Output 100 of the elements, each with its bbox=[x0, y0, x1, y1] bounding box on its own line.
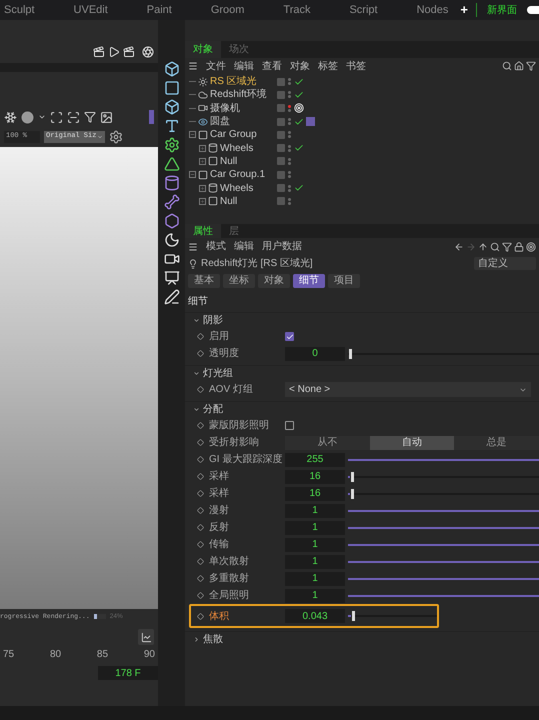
pen-icon[interactable] bbox=[164, 289, 180, 305]
slider-thumb[interactable] bbox=[352, 611, 355, 621]
lock-icon[interactable] bbox=[514, 242, 524, 252]
group-header[interactable]: 焦散 bbox=[185, 631, 539, 647]
object-name[interactable]: Redshift环境 bbox=[210, 87, 267, 102]
sphere-icon[interactable] bbox=[21, 110, 34, 124]
object-name[interactable]: 摄像机 bbox=[210, 100, 240, 116]
checkbox[interactable] bbox=[285, 332, 294, 341]
menu-item[interactable]: Nodes bbox=[416, 2, 448, 18]
keyframe-icon[interactable] bbox=[197, 439, 204, 446]
settings-icon[interactable] bbox=[109, 130, 124, 144]
expand-toggle[interactable] bbox=[199, 158, 206, 165]
gear-icon[interactable] bbox=[164, 137, 180, 153]
group-header[interactable]: 分配 bbox=[185, 401, 539, 417]
keyframe-icon[interactable] bbox=[197, 575, 204, 582]
menu-item[interactable]: 编辑 bbox=[234, 239, 254, 254]
back-icon[interactable] bbox=[454, 242, 464, 252]
expand-toggle[interactable] bbox=[189, 131, 196, 138]
number-field[interactable]: 1 bbox=[285, 588, 345, 602]
render-dots[interactable] bbox=[288, 158, 291, 165]
lens-icon[interactable] bbox=[142, 46, 154, 58]
object-name[interactable]: Wheels bbox=[220, 180, 254, 196]
number-field[interactable]: 16 bbox=[285, 470, 345, 484]
menu-item[interactable]: Track bbox=[283, 2, 310, 18]
keyframe-icon[interactable] bbox=[197, 524, 204, 531]
menu-item[interactable]: 编辑 bbox=[234, 58, 254, 74]
keyframe-icon[interactable] bbox=[197, 333, 204, 340]
panel-tab[interactable]: 属性 bbox=[185, 224, 221, 238]
menu-item[interactable]: Paint bbox=[146, 2, 172, 18]
menu-item[interactable]: Sculpt bbox=[4, 2, 35, 18]
keyframe-icon[interactable] bbox=[197, 350, 204, 357]
bone-icon[interactable] bbox=[164, 194, 180, 210]
render-dots[interactable] bbox=[288, 118, 291, 126]
attribute-tab[interactable]: 对象 bbox=[258, 274, 290, 288]
keyframe-icon[interactable] bbox=[197, 541, 204, 548]
target-icon[interactable] bbox=[526, 242, 536, 252]
menu-icon[interactable] bbox=[188, 242, 198, 252]
text-icon[interactable] bbox=[164, 118, 180, 134]
keyframe-icon[interactable] bbox=[197, 490, 204, 497]
keyframe-icon[interactable] bbox=[197, 473, 204, 480]
number-field[interactable]: 16 bbox=[285, 486, 345, 500]
render-dots[interactable] bbox=[288, 91, 291, 98]
dropdown[interactable]: < None > bbox=[285, 382, 531, 397]
region-frame-icon[interactable] bbox=[67, 110, 80, 124]
keyframe-icon[interactable] bbox=[197, 422, 204, 429]
object-name[interactable]: Null bbox=[220, 194, 238, 209]
expand-toggle[interactable] bbox=[199, 184, 206, 192]
render-dots[interactable] bbox=[288, 104, 291, 112]
expand-toggle[interactable] bbox=[199, 198, 206, 205]
attribute-tab[interactable]: 项目 bbox=[328, 274, 360, 288]
enabled-check-icon[interactable] bbox=[294, 90, 304, 100]
caret-icon[interactable] bbox=[38, 113, 46, 121]
focus-frame-icon[interactable] bbox=[50, 110, 63, 124]
play-icon[interactable] bbox=[108, 46, 120, 58]
enabled-check-icon[interactable] bbox=[294, 143, 304, 154]
preset-dropdown[interactable]: 自定义 bbox=[474, 257, 536, 270]
object-name[interactable]: Car Group.1 bbox=[210, 167, 266, 182]
moon-icon[interactable] bbox=[164, 232, 180, 248]
search-icon[interactable] bbox=[502, 61, 512, 71]
expand-toggle[interactable] bbox=[189, 171, 196, 178]
render-dots[interactable] bbox=[288, 171, 291, 178]
slider-thumb[interactable] bbox=[350, 472, 354, 482]
keyframe-icon[interactable] bbox=[197, 612, 204, 620]
object-name[interactable]: Wheels bbox=[220, 140, 254, 156]
panel-handle[interactable] bbox=[149, 110, 154, 124]
segment-option[interactable]: 从不 bbox=[285, 436, 370, 450]
square-icon[interactable] bbox=[164, 80, 180, 96]
menu-item[interactable]: 查看 bbox=[262, 58, 282, 74]
attribute-tab[interactable]: 基本 bbox=[188, 274, 220, 288]
graph-button[interactable] bbox=[138, 629, 154, 645]
menu-item[interactable]: UVEdit bbox=[74, 2, 108, 18]
enabled-check-icon[interactable] bbox=[294, 183, 304, 194]
menu-icon[interactable] bbox=[188, 61, 198, 71]
number-field[interactable]: 1 bbox=[285, 504, 345, 518]
frame-counter[interactable]: 178 F bbox=[98, 666, 158, 680]
menu-item[interactable]: Script bbox=[349, 2, 378, 18]
slider-thumb[interactable] bbox=[349, 348, 352, 358]
segment-option[interactable]: 自动 bbox=[370, 436, 454, 450]
number-field[interactable]: 1 bbox=[285, 572, 345, 586]
home-icon[interactable] bbox=[514, 61, 524, 71]
hexagon-icon[interactable] bbox=[164, 213, 180, 229]
render-dots[interactable] bbox=[288, 198, 291, 205]
number-field[interactable]: 1 bbox=[285, 520, 345, 534]
render-dots[interactable] bbox=[288, 131, 291, 138]
object-name[interactable]: Null bbox=[220, 154, 238, 169]
keyframe-icon[interactable] bbox=[197, 456, 204, 463]
object-name[interactable]: RS 区域光 bbox=[210, 74, 257, 90]
number-field[interactable]: 1 bbox=[285, 538, 345, 552]
checkbox[interactable] bbox=[285, 421, 294, 430]
up-icon[interactable] bbox=[478, 242, 488, 252]
menu-item[interactable]: 用户数据 bbox=[262, 239, 302, 254]
menu-item[interactable]: 书签 bbox=[346, 58, 366, 74]
layout-toggle[interactable] bbox=[527, 6, 539, 14]
render-dots[interactable] bbox=[288, 144, 291, 152]
filter-icon[interactable] bbox=[502, 242, 512, 252]
triangle-icon[interactable] bbox=[164, 156, 180, 172]
cube-icon[interactable] bbox=[164, 99, 180, 115]
render-clapper-icon[interactable] bbox=[93, 46, 105, 58]
cylinder-icon[interactable] bbox=[164, 175, 180, 191]
render-dots[interactable] bbox=[288, 78, 291, 86]
